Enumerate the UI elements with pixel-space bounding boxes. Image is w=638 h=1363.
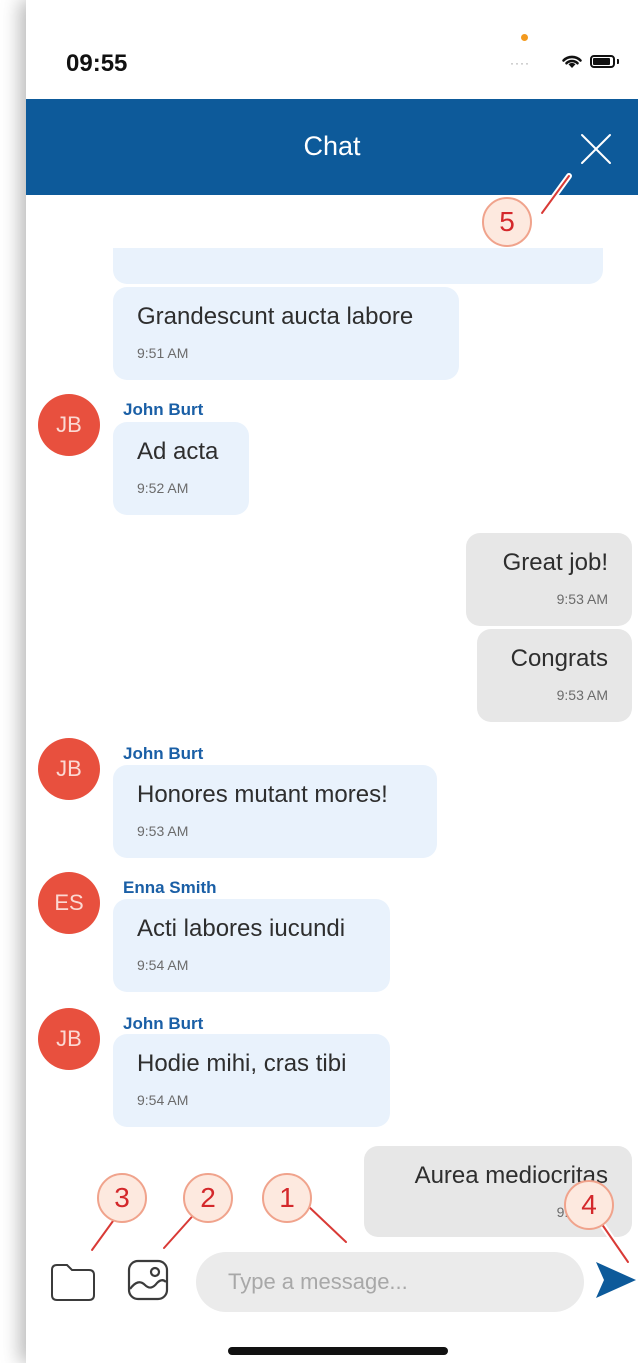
message-text: Grandescunt aucta labore [137, 303, 414, 330]
message-time: 9:51 AM [137, 345, 189, 361]
home-indicator [228, 1347, 448, 1355]
message-text: Ad acta [137, 438, 219, 465]
signal-icon: ···· [510, 56, 530, 70]
sender-name: Enna Smith [123, 878, 217, 897]
chat-header: Chat [26, 99, 638, 195]
outgoing-message: Great job! 9:53 AM [466, 533, 632, 626]
incoming-message: Honores mutant mores! 9:53 AM [113, 765, 437, 858]
message-time: 9:54 AM [137, 1092, 189, 1108]
message-time: 9:53 AM [556, 591, 608, 607]
wifi-icon [562, 55, 582, 68]
status-time: 09:55 [66, 50, 128, 77]
incoming-message: Ad acta 9:52 AM [113, 422, 249, 515]
callout-badge-4: 4 [564, 1180, 614, 1230]
incoming-message: Hodie mihi, cras tibi 9:54 AM [113, 1034, 390, 1127]
avatar: ES [38, 872, 100, 934]
message-time: 9:53 AM [556, 687, 608, 703]
message-text: Great job! [502, 549, 608, 576]
callout-badge-2: 2 [183, 1173, 233, 1223]
close-icon[interactable] [578, 131, 614, 167]
incoming-message: Grandescunt aucta labore 9:51 AM [113, 287, 459, 380]
callout-badge-3: 3 [97, 1173, 147, 1223]
message-text: Hodie mihi, cras tibi [137, 1050, 347, 1077]
battery-cap [617, 59, 619, 64]
sender-name: John Burt [123, 744, 204, 763]
message-text: Honores mutant mores! [137, 781, 388, 808]
avatar: JB [38, 738, 100, 800]
callout-badge-1: 1 [262, 1173, 312, 1223]
message-time: 9:52 AM [137, 480, 189, 496]
message-text: Congrats [510, 645, 608, 672]
folder-icon[interactable] [50, 1262, 96, 1302]
message-input[interactable] [196, 1252, 584, 1312]
incoming-message: Acti labores iucundi 9:54 AM [113, 899, 390, 992]
chat-screen: 09:55 ···· Chat Grandescunt aucta labore… [26, 0, 638, 1363]
partial-message-bubble [113, 248, 603, 284]
battery-icon [590, 55, 615, 68]
avatar: JB [38, 394, 100, 456]
image-icon[interactable] [126, 1258, 170, 1302]
send-icon[interactable] [594, 1258, 638, 1302]
callout-badge-5: 5 [482, 197, 532, 247]
sender-name: John Burt [123, 400, 204, 419]
sender-name: John Burt [123, 1014, 204, 1033]
avatar: JB [38, 1008, 100, 1070]
message-text: Acti labores iucundi [137, 915, 346, 942]
mic-indicator-dot [521, 34, 528, 41]
outgoing-message: Congrats 9:53 AM [477, 629, 632, 722]
page-title: Chat [303, 131, 361, 161]
message-time: 9:54 AM [137, 957, 189, 973]
message-time: 9:53 AM [137, 823, 189, 839]
